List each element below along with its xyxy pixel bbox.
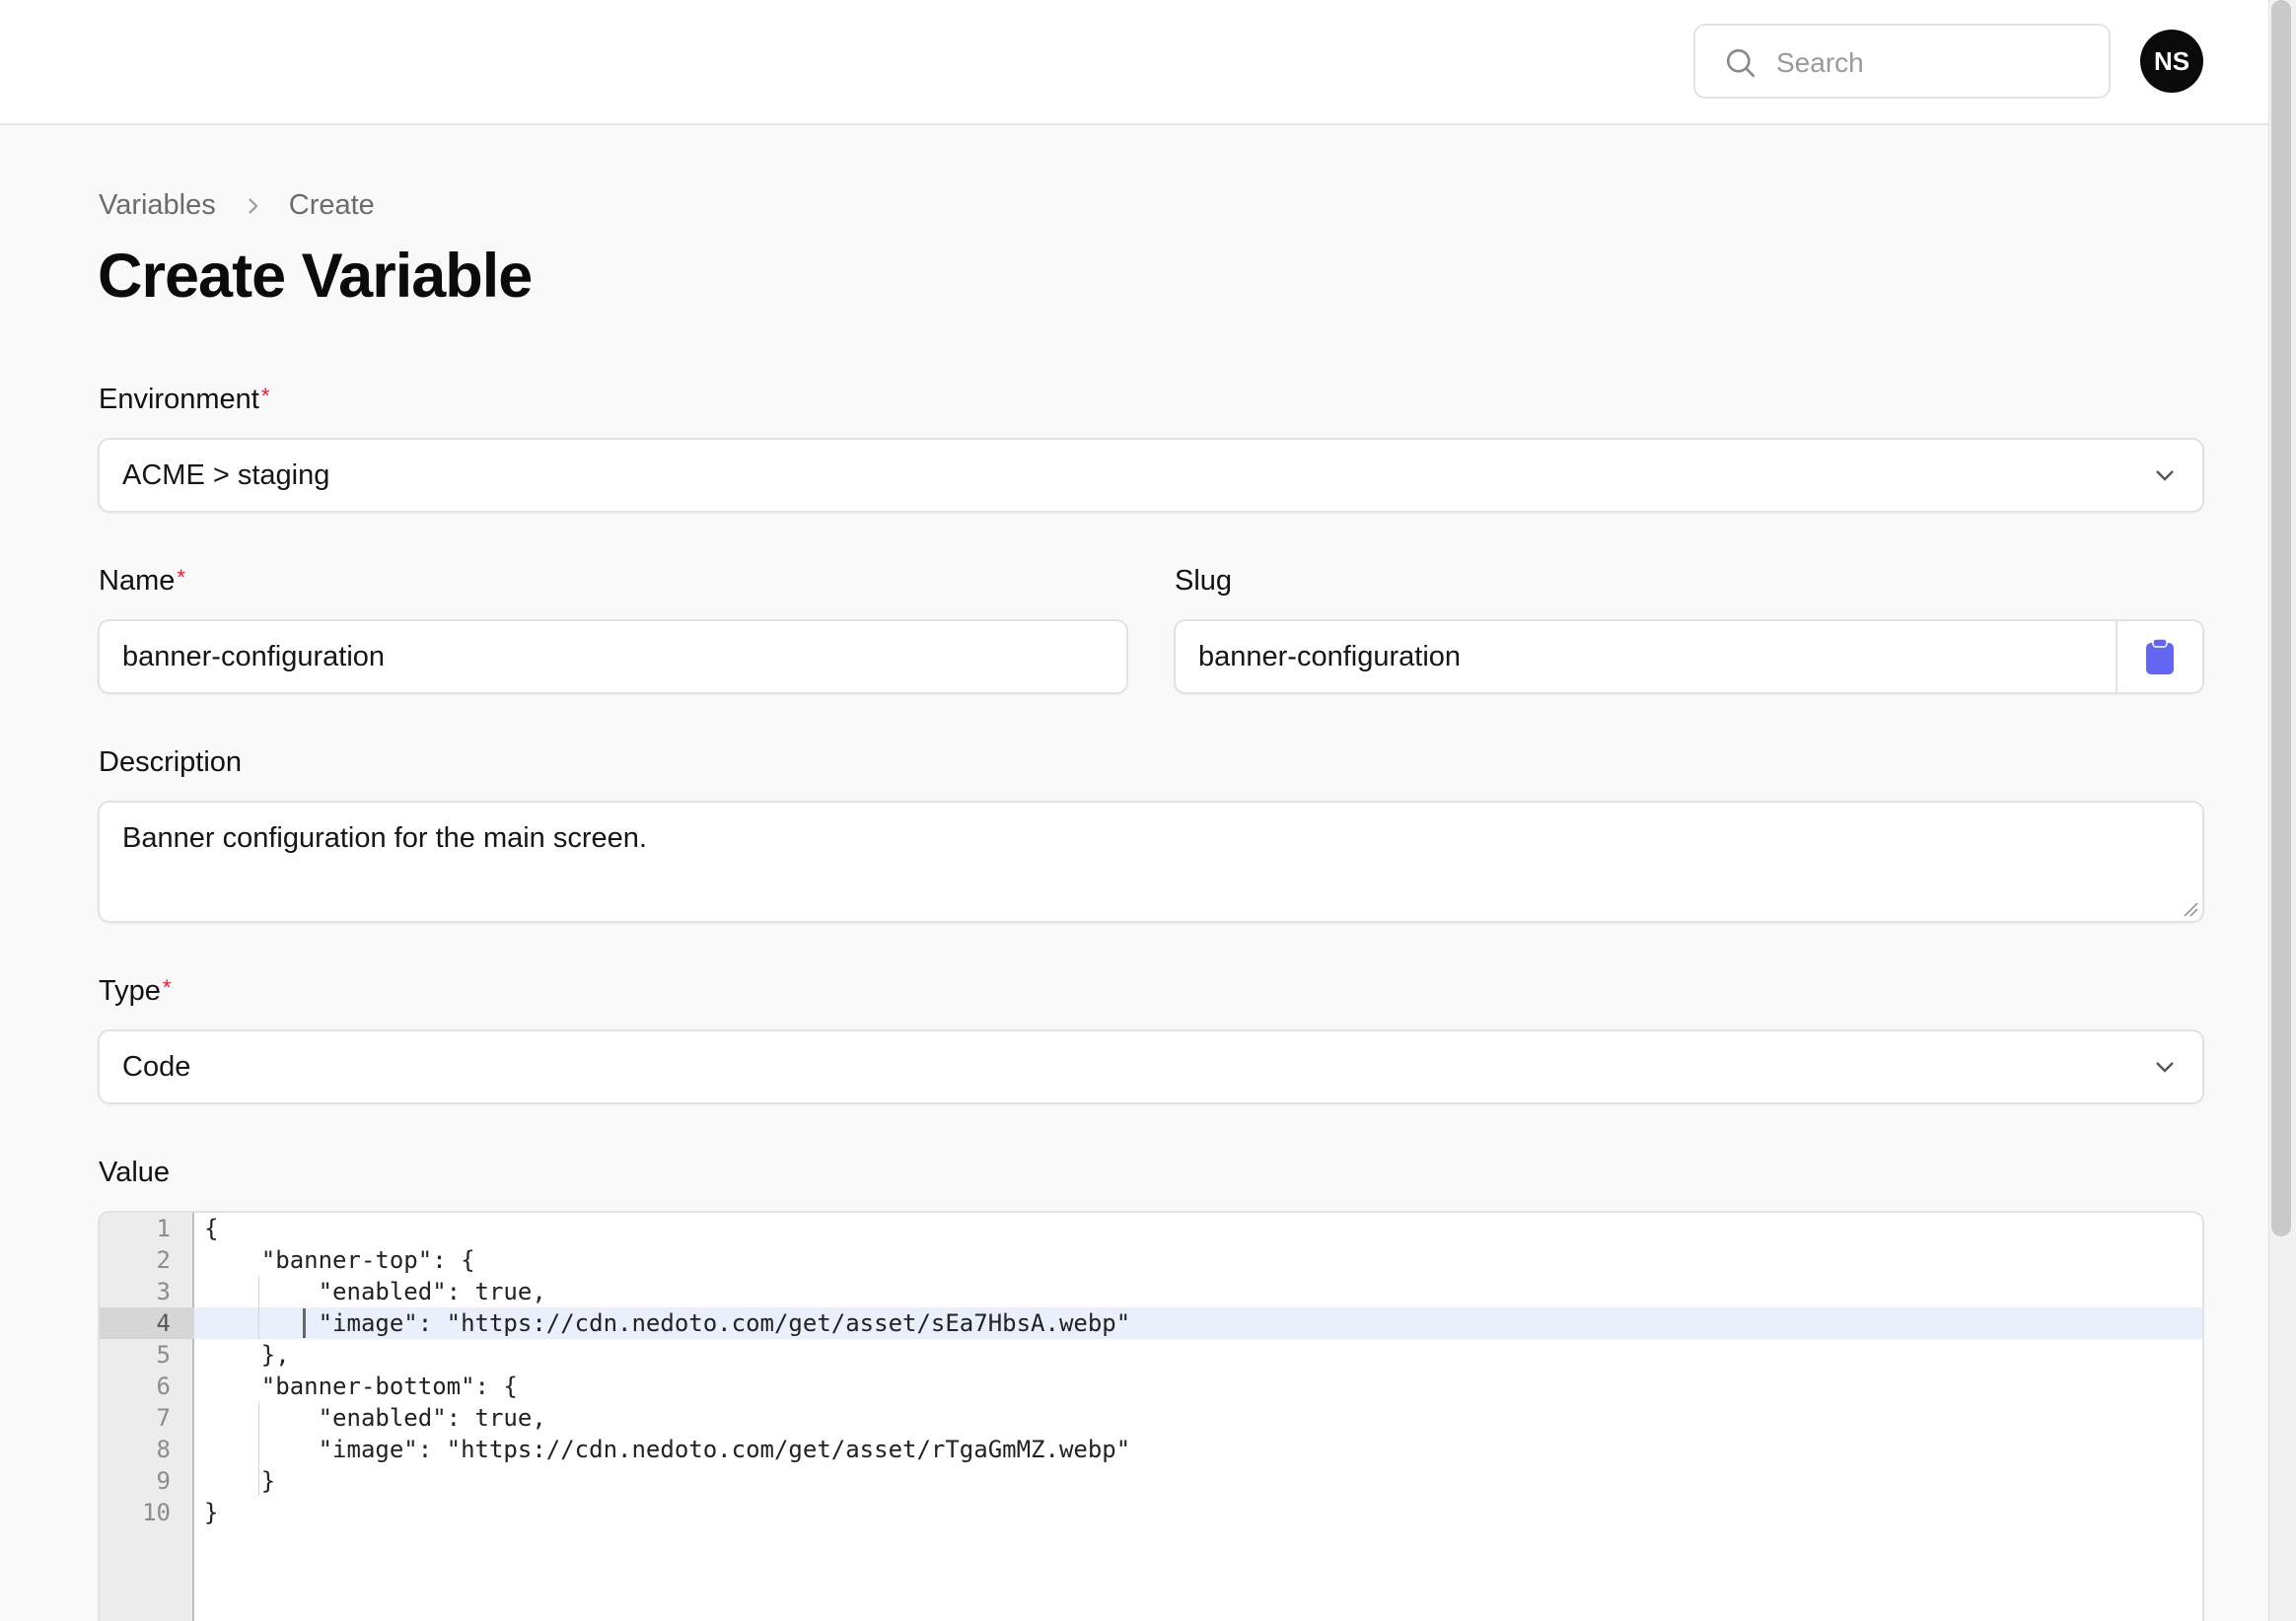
line-number: 4 bbox=[100, 1307, 194, 1339]
code-text: "banner-top": { bbox=[204, 1246, 475, 1274]
search-placeholder: Search bbox=[1776, 47, 1864, 78]
code-text: "banner-bottom": { bbox=[204, 1373, 518, 1400]
code-line[interactable]: 7 "enabled": true, bbox=[100, 1402, 2202, 1434]
required-mark: * bbox=[177, 565, 185, 590]
slug-value: banner-configuration bbox=[1198, 641, 1462, 672]
name-label: Name* bbox=[99, 565, 185, 597]
breadcrumb-item-create: Create bbox=[288, 189, 375, 221]
indent-guide bbox=[258, 1402, 259, 1497]
code-text: } bbox=[204, 1499, 219, 1526]
page-title: Create Variable bbox=[98, 242, 533, 311]
line-number: 2 bbox=[156, 1246, 171, 1274]
chevron-down-icon bbox=[2156, 470, 2174, 481]
clipboard-icon bbox=[2146, 638, 2174, 674]
code-line[interactable]: 8 "image": "https://cdn.nedoto.com/get/a… bbox=[100, 1434, 2202, 1465]
code-line[interactable]: 4 "image": "https://cdn.nedoto.com/get/a… bbox=[100, 1307, 2202, 1339]
code-line[interactable]: 6 "banner-bottom": { bbox=[100, 1371, 2202, 1402]
description-value: Banner configuration for the main screen… bbox=[122, 822, 647, 854]
indent-guide bbox=[258, 1276, 259, 1339]
top-bar: Search NS bbox=[0, 0, 2268, 125]
code-text: } bbox=[204, 1467, 276, 1495]
resize-handle-icon[interactable] bbox=[2183, 901, 2198, 917]
avatar[interactable]: NS bbox=[2140, 30, 2203, 93]
code-line[interactable]: 10} bbox=[100, 1497, 2202, 1528]
code-text: }, bbox=[204, 1341, 290, 1369]
code-line[interactable]: 3 "enabled": true, bbox=[100, 1276, 2202, 1307]
line-number: 5 bbox=[156, 1341, 171, 1369]
search-input[interactable]: Search bbox=[1693, 24, 2111, 99]
code-line[interactable]: 5 }, bbox=[100, 1339, 2202, 1371]
name-input[interactable]: banner-configuration bbox=[98, 619, 1128, 694]
required-mark: * bbox=[162, 975, 172, 1000]
value-label: Value bbox=[99, 1157, 171, 1188]
chevron-down-icon bbox=[2156, 1062, 2174, 1073]
line-number: 1 bbox=[156, 1215, 171, 1242]
search-icon bbox=[1726, 48, 1756, 78]
environment-value: ACME > staging bbox=[122, 459, 330, 491]
slug-input[interactable]: banner-configuration bbox=[1174, 619, 2204, 694]
environment-select[interactable]: ACME > staging bbox=[98, 438, 2204, 513]
code-editor[interactable]: 1{2 "banner-top": {3 "enabled": true, 4 "… bbox=[98, 1211, 2204, 1621]
type-label: Type* bbox=[99, 975, 172, 1007]
line-number: 9 bbox=[156, 1467, 171, 1495]
code-text: { bbox=[204, 1215, 219, 1242]
code-text: "enabled": true, bbox=[204, 1404, 546, 1432]
chevron-right-icon bbox=[248, 197, 258, 214]
scrollbar-thumb[interactable] bbox=[2271, 0, 2291, 1236]
text-cursor bbox=[303, 1308, 306, 1338]
breadcrumb: Variables Create bbox=[99, 189, 375, 222]
code-line[interactable]: 1{ bbox=[100, 1213, 2202, 1244]
code-text: "enabled": true, bbox=[204, 1278, 546, 1305]
line-number: 6 bbox=[156, 1373, 171, 1400]
code-line[interactable]: 2 "banner-top": { bbox=[100, 1244, 2202, 1276]
description-label: Description bbox=[99, 746, 243, 778]
type-value: Code bbox=[122, 1051, 191, 1083]
line-number: 7 bbox=[156, 1404, 171, 1432]
line-number: 10 bbox=[142, 1499, 171, 1526]
code-text: "image": "https://cdn.nedoto.com/get/ass… bbox=[204, 1436, 1131, 1463]
type-select[interactable]: Code bbox=[98, 1029, 2204, 1104]
environment-label: Environment* bbox=[99, 384, 270, 415]
line-number: 3 bbox=[156, 1278, 171, 1305]
code-line[interactable]: 9 } bbox=[100, 1465, 2202, 1497]
breadcrumb-item-variables[interactable]: Variables bbox=[99, 189, 216, 222]
line-number: 8 bbox=[156, 1436, 171, 1463]
description-textarea[interactable]: Banner configuration for the main screen… bbox=[98, 801, 2204, 923]
required-mark: * bbox=[260, 384, 270, 408]
code-text: "image": "https://cdn.nedoto.com/get/ass… bbox=[204, 1309, 1131, 1337]
slug-label: Slug bbox=[1175, 565, 1233, 597]
name-value: banner-configuration bbox=[122, 641, 386, 672]
copy-slug-button[interactable] bbox=[2116, 621, 2202, 692]
